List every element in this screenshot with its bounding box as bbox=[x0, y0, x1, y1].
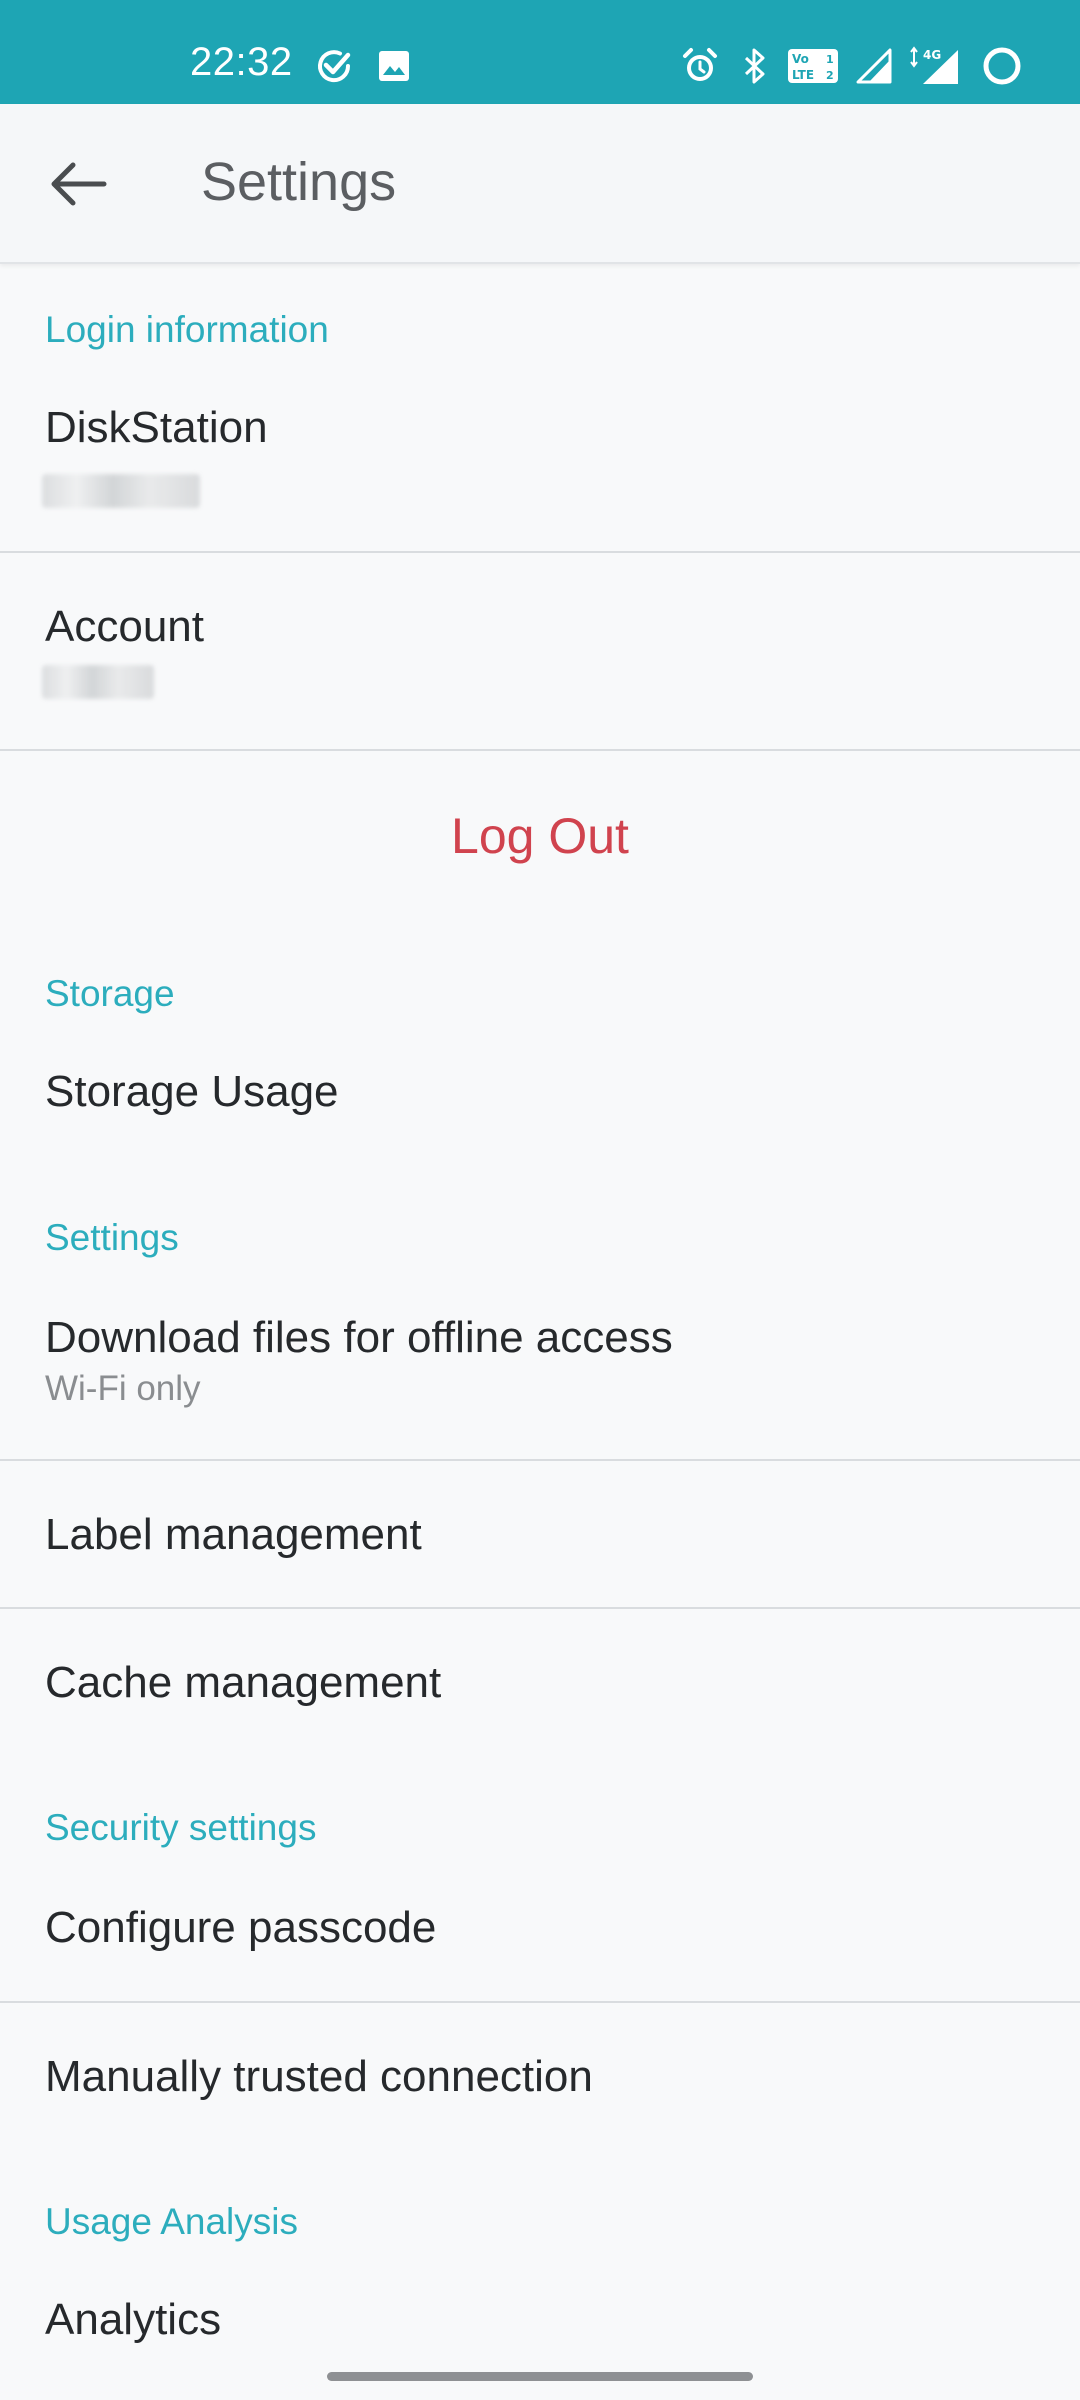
image-icon bbox=[374, 46, 414, 86]
section-header-analysis: Usage Analysis bbox=[45, 2201, 298, 2242]
diskstation-value-redacted bbox=[42, 474, 200, 508]
diskstation-title: DiskStation bbox=[45, 403, 268, 452]
section-header-security: Security settings bbox=[45, 1807, 317, 1848]
volte-icon: Vo LTE 1 2 bbox=[786, 46, 840, 86]
storage-usage-title: Storage Usage bbox=[45, 1067, 339, 1116]
cache-management-title: Cache management bbox=[45, 1658, 442, 1707]
svg-text:2: 2 bbox=[826, 69, 834, 82]
analytics-item[interactable]: Analytics bbox=[0, 2262, 1080, 2382]
storage-usage-item[interactable]: Storage Usage bbox=[0, 1034, 1080, 1154]
section-header-login: Login information bbox=[45, 309, 329, 350]
app-bar: Settings bbox=[0, 104, 1080, 264]
check-circle-icon bbox=[312, 46, 356, 86]
alarm-icon bbox=[678, 46, 722, 86]
account-item[interactable]: Account bbox=[0, 553, 1080, 749]
offline-download-item[interactable]: Download files for offline access Wi-Fi … bbox=[0, 1280, 1080, 1460]
diskstation-item[interactable]: DiskStation bbox=[0, 380, 1080, 552]
trusted-connection-title: Manually trusted connection bbox=[45, 2052, 593, 2101]
back-button[interactable] bbox=[28, 138, 128, 234]
page-title: Settings bbox=[201, 152, 397, 212]
arrow-left-icon bbox=[48, 161, 108, 212]
svg-text:1: 1 bbox=[826, 53, 834, 66]
label-management-item[interactable]: Label management bbox=[0, 1461, 1080, 1608]
account-title: Account bbox=[45, 602, 204, 651]
offline-download-value: Wi-Fi only bbox=[45, 1369, 201, 1408]
divider bbox=[0, 749, 1080, 751]
svg-text:LTE: LTE bbox=[792, 68, 814, 82]
analytics-title: Analytics bbox=[45, 2295, 222, 2344]
cache-management-item[interactable]: Cache management bbox=[0, 1609, 1080, 1759]
logout-button[interactable]: Log Out bbox=[0, 806, 1080, 866]
signal-icon bbox=[854, 46, 894, 86]
home-indicator[interactable] bbox=[327, 2372, 753, 2381]
svg-text:Vo: Vo bbox=[792, 52, 809, 66]
account-value-redacted bbox=[42, 665, 154, 699]
svg-text:4G: 4G bbox=[923, 48, 941, 62]
battery-ring-icon bbox=[980, 46, 1024, 86]
offline-download-title: Download files for offline access bbox=[45, 1313, 673, 1362]
label-management-title: Label management bbox=[45, 1510, 422, 1559]
section-header-settings: Settings bbox=[45, 1217, 179, 1258]
configure-passcode-item[interactable]: Configure passcode bbox=[0, 1870, 1080, 2002]
section-header-storage: Storage bbox=[45, 973, 175, 1014]
4g-signal-icon: 4G bbox=[904, 46, 962, 86]
bluetooth-icon bbox=[738, 46, 772, 86]
trusted-connection-item[interactable]: Manually trusted connection bbox=[0, 2003, 1080, 2153]
status-bar: 22:32 Vo LTE 1 2 4G bbox=[0, 0, 1080, 104]
status-time: 22:32 bbox=[190, 40, 293, 84]
configure-passcode-title: Configure passcode bbox=[45, 1903, 437, 1952]
